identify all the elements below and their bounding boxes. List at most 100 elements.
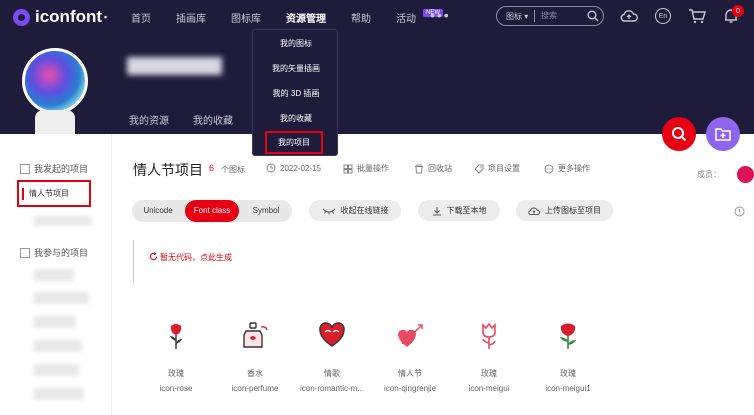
search-icon — [672, 127, 687, 142]
recycle-bin-label: 回收站 — [428, 164, 452, 173]
joined-projects-heading[interactable]: 我参与的项目 — [20, 246, 88, 259]
nav-icon-library[interactable]: 图标库 — [231, 10, 261, 25]
my-projects-label: 我发起的项目 — [34, 164, 89, 174]
icon-card[interactable]: 玫瑰 icon-rose — [141, 322, 211, 393]
icon-card-code: icon-perfume — [231, 384, 279, 393]
search-scope-select[interactable]: 图标 ▾ — [497, 11, 534, 22]
rose-icon — [141, 322, 211, 352]
perfume-icon — [220, 322, 290, 352]
nav-more-button[interactable]: ••• — [430, 7, 451, 23]
icon-card[interactable]: 玫瑰 icon-meigui — [454, 322, 524, 393]
nav-resource-management[interactable]: 资源管理 — [286, 10, 326, 25]
heart-music-icon — [297, 322, 367, 352]
tab-my-resources[interactable]: 我的资源 — [129, 112, 169, 127]
tab-my-favorites[interactable]: 我的收藏 — [193, 112, 233, 127]
eye-closed-icon — [322, 207, 336, 215]
cart-icon[interactable] — [687, 6, 707, 26]
language-toggle[interactable]: En — [653, 6, 673, 26]
menu-item-my-icons[interactable]: 我的图标 — [253, 38, 339, 49]
nav-help[interactable]: 帮助 — [351, 10, 371, 25]
icon-card[interactable]: 情人节 icon-qingrenjie — [375, 322, 445, 393]
icon-card-name: 情人节 — [398, 369, 422, 378]
project-settings-button[interactable]: 项目设置 — [474, 163, 520, 174]
project-date-text: 2022-02-15 — [280, 163, 321, 173]
blurred-project — [34, 388, 84, 400]
batch-operation-label: 批量操作 — [357, 164, 389, 173]
selected-indicator — [22, 187, 24, 200]
icon-card[interactable]: 香水 icon-perfume — [220, 322, 290, 393]
help-circle-icon[interactable] — [734, 206, 745, 220]
folder-add-icon — [715, 128, 731, 141]
blurred-project — [34, 340, 82, 352]
icon-card-name: 香水 — [247, 369, 263, 378]
blurred-project — [34, 292, 89, 304]
tab-symbol[interactable]: Symbol — [240, 200, 292, 222]
icon-card-code: icon-rose — [159, 384, 193, 393]
search-box[interactable]: 图标 ▾ 搜索 — [496, 6, 604, 26]
brand-name: iconfont — [35, 7, 103, 26]
icon-card[interactable]: 情歌 icon-romantic-m... — [297, 322, 367, 393]
blurred-project — [34, 216, 92, 226]
download-icon — [432, 206, 442, 216]
nav-activity-label: 活动 — [396, 14, 416, 25]
blurred-project — [34, 316, 76, 328]
code-format-switcher: Unicode Font class Symbol — [132, 200, 292, 222]
sidebar-item-valentine-project[interactable]: 情人节项目 — [17, 180, 91, 207]
more-actions-button[interactable]: 更多操作 — [544, 163, 590, 174]
sidebar-item-label: 情人节项目 — [29, 189, 69, 198]
code-box: 暂无代码，点此生成 — [133, 240, 733, 283]
logo[interactable]: iconfont • — [13, 7, 107, 27]
collapse-online-link-button[interactable]: 收起在线链接 — [309, 200, 401, 221]
icon-card-name: 情歌 — [324, 369, 340, 378]
menu-item-my-vector-illustrations[interactable]: 我的矢量插画 — [253, 63, 339, 74]
menu-item-my-favorites[interactable]: 我的收藏 — [253, 113, 339, 124]
nav-illustrations[interactable]: 插画库 — [176, 10, 206, 25]
generate-code-link[interactable]: 暂无代码，点此生成 — [149, 252, 232, 263]
icon-card-code: icon-qingrenjie — [383, 384, 437, 393]
rose-red-icon — [533, 322, 603, 352]
tab-unicode[interactable]: Unicode — [132, 200, 184, 222]
tab-font-class[interactable]: Font class — [185, 200, 239, 222]
search-input[interactable]: 搜索 — [534, 10, 557, 22]
icon-count-label: 个图标 — [221, 165, 245, 174]
language-label: En — [655, 8, 671, 24]
icon-card-name: 玫瑰 — [481, 369, 497, 378]
icon-card-code: icon-meigui1 — [545, 384, 591, 393]
project-sidebar: 我发起的项目 情人节项目 我参与的项目 — [0, 134, 112, 415]
more-actions-label: 更多操作 — [558, 164, 590, 173]
upload-cloud-icon[interactable] — [619, 6, 639, 26]
my-projects-heading[interactable]: 我发起的项目 — [20, 162, 88, 175]
download-button[interactable]: 下载至本地 — [418, 200, 500, 221]
new-project-fab-button[interactable] — [706, 117, 740, 151]
upload-icons-button[interactable]: 上传图标至项目 — [516, 200, 613, 221]
user-avatar[interactable] — [22, 48, 90, 134]
collapse-online-link-label: 收起在线链接 — [340, 206, 389, 215]
batch-operation-button[interactable]: 批量操作 — [343, 163, 389, 174]
recycle-bin-button[interactable]: 回收站 — [414, 163, 452, 174]
trash-icon — [414, 164, 424, 174]
rose-outline-icon — [454, 322, 524, 352]
member-avatar[interactable] — [737, 166, 754, 183]
members-label: 成员： — [697, 170, 721, 179]
refresh-icon — [149, 252, 158, 261]
generate-code-label: 暂无代码，点此生成 — [160, 253, 232, 262]
more-circle-icon — [544, 164, 554, 174]
menu-item-my-3d-illustrations[interactable]: 我的 3D 插画 — [253, 88, 339, 99]
heart-arrow-icon — [375, 322, 445, 352]
iconfont-logo-icon — [13, 8, 30, 26]
search-fab-button[interactable] — [662, 117, 696, 151]
nav-home[interactable]: 首页 — [131, 10, 151, 25]
project-date: 2022-02-15 — [266, 163, 321, 173]
project-settings-label: 项目设置 — [488, 164, 520, 173]
tag-icon — [474, 164, 484, 174]
main-nav: 首页 插画库 图标库 资源管理 帮助 活动 NEW — [131, 9, 443, 25]
icon-card[interactable]: 玫瑰 icon-meigui1 — [533, 322, 603, 393]
avatar-stand — [35, 110, 75, 134]
project-title: 情人节项目 — [133, 162, 203, 178]
icon-card-code: icon-meigui — [468, 384, 510, 393]
avatar-image — [22, 48, 88, 114]
icon-count: 6 — [209, 163, 215, 173]
nav-activity[interactable]: 活动 NEW — [396, 9, 443, 25]
menu-item-my-projects[interactable]: 我的项目 — [265, 131, 323, 154]
search-icon[interactable] — [587, 10, 599, 25]
